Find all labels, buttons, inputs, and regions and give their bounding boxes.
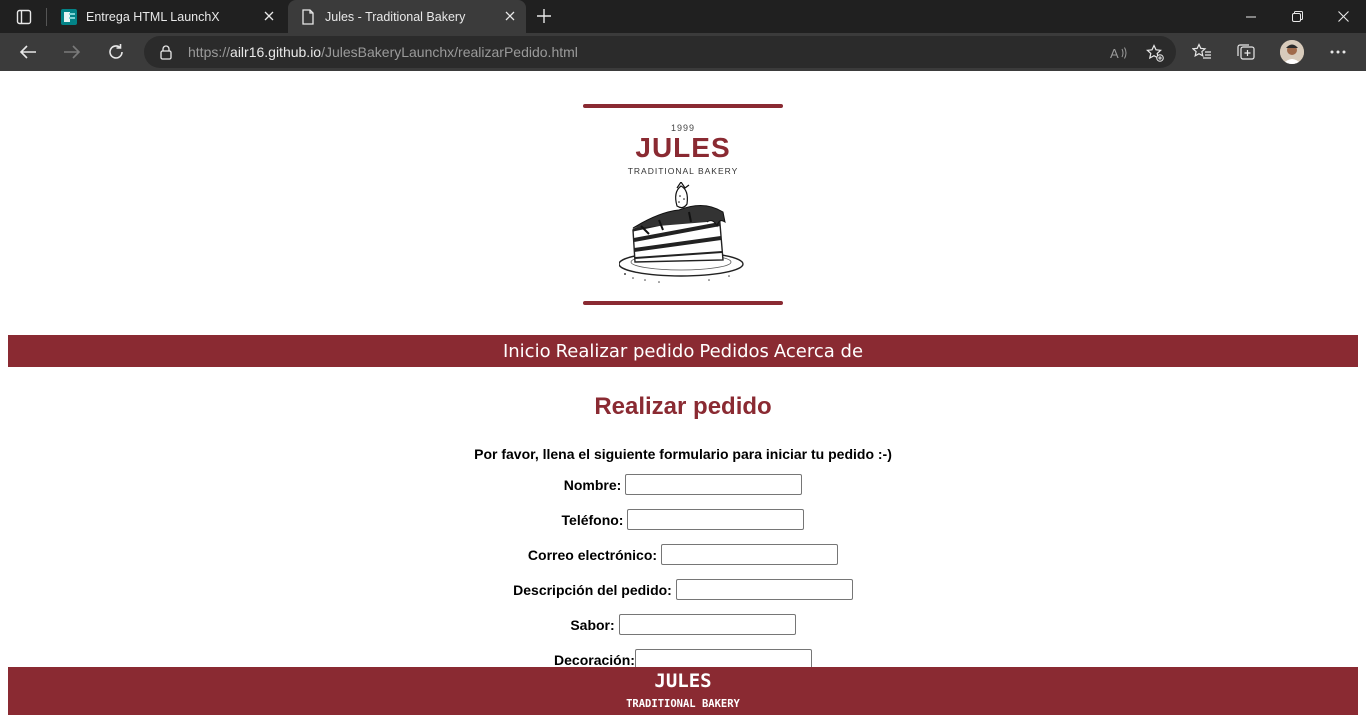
page-icon <box>300 8 316 25</box>
form-row-correo: Correo electrónico: <box>0 544 1366 565</box>
descripcion-label: Descripción del pedido: <box>513 581 672 598</box>
correo-input[interactable] <box>661 544 839 565</box>
favorites-icon[interactable] <box>1191 41 1213 63</box>
more-options-icon[interactable] <box>1327 41 1349 63</box>
page-footer: JULES TRADITIONAL BAKERY <box>8 667 1358 715</box>
sabor-label: Sabor: <box>570 616 615 633</box>
page-title: Realizar pedido <box>594 393 772 420</box>
logo-bottom-rule <box>583 301 783 305</box>
back-button[interactable] <box>14 38 42 66</box>
logo-tagline: TRADITIONAL BAKERY <box>627 166 739 176</box>
telefono-label: Teléfono: <box>561 511 624 528</box>
add-favorite-icon[interactable] <box>1146 44 1164 62</box>
logo-name: JULES <box>635 132 731 163</box>
browser-toolbar: https://ailr16.github.io/JulesBakeryLaun… <box>0 33 1366 71</box>
restore-icon <box>1291 11 1303 22</box>
close-tab-icon[interactable] <box>261 8 277 24</box>
forward-button[interactable] <box>58 38 86 66</box>
sabor-input[interactable] <box>618 614 796 635</box>
telefono-input[interactable] <box>627 509 805 530</box>
close-icon <box>1337 11 1349 22</box>
nav-realizar-pedido[interactable]: Realizar pedido <box>556 341 695 362</box>
main-nav: Inicio Realizar pedido Pedidos Acerca de <box>8 335 1358 367</box>
tab-title: Entrega HTML LaunchX <box>86 9 220 24</box>
form-row-sabor: Sabor: <box>0 614 1366 635</box>
tab-entrega-html[interactable]: Entrega HTML LaunchX <box>49 0 285 33</box>
lock-icon <box>160 45 172 60</box>
tab-jules-bakery[interactable]: Jules - Traditional Bakery <box>288 0 526 33</box>
nav-acerca-de[interactable]: Acerca de <box>774 341 863 362</box>
logo-top-rule <box>583 104 783 108</box>
back-arrow-icon <box>19 45 36 59</box>
footer-tagline: TRADITIONAL BAKERY <box>626 698 740 710</box>
form-row-descripcion: Descripción del pedido: <box>0 579 1366 600</box>
nav-pedidos[interactable]: Pedidos <box>699 341 769 362</box>
profile-avatar[interactable] <box>1280 40 1304 64</box>
correo-label: Correo electrónico: <box>527 546 658 563</box>
descripcion-input[interactable] <box>675 579 853 600</box>
page-content: 1999 JULES TRADITIONAL BAKERY Inicio Rea… <box>0 71 1366 728</box>
plus-icon <box>537 9 551 23</box>
nombre-input[interactable] <box>625 474 803 495</box>
bakery-logo: 1999 JULES TRADITIONAL BAKERY <box>583 104 783 307</box>
nombre-label: Nombre: <box>563 476 622 493</box>
form-row-telefono: Teléfono: <box>0 509 1366 530</box>
tab-separator <box>46 8 47 26</box>
minimize-button[interactable] <box>1228 0 1274 33</box>
forms-icon <box>61 8 77 25</box>
tab-title: Jules - Traditional Bakery <box>325 9 466 24</box>
new-tab-button[interactable] <box>533 5 555 27</box>
read-aloud-icon[interactable]: A <box>1110 44 1128 62</box>
tab-actions-icon <box>16 9 32 25</box>
address-bar[interactable]: https://ailr16.github.io/JulesBakeryLaun… <box>144 36 1176 68</box>
url-text: https://ailr16.github.io/JulesBakeryLaun… <box>188 44 578 60</box>
refresh-button[interactable] <box>102 38 130 66</box>
restore-button[interactable] <box>1274 0 1320 33</box>
tab-strip: Entrega HTML LaunchX Jules - Traditional… <box>0 0 1366 33</box>
collections-icon[interactable] <box>1235 41 1257 63</box>
footer-name: JULES <box>654 670 712 692</box>
close-tab-icon[interactable] <box>502 8 518 24</box>
minimize-icon <box>1246 16 1256 17</box>
tab-actions-button[interactable] <box>10 6 38 28</box>
cake-slice-icon <box>619 182 744 283</box>
decoracion-label: Decoración: <box>554 651 635 668</box>
close-window-button[interactable] <box>1320 0 1366 33</box>
form-row-nombre: Nombre: <box>0 474 1366 495</box>
nav-inicio[interactable]: Inicio <box>503 341 551 362</box>
refresh-icon <box>109 44 123 59</box>
svg-text:A: A <box>1110 46 1119 61</box>
form-intro: Por favor, llena el siguiente formulario… <box>474 446 892 462</box>
forward-arrow-icon <box>64 45 81 59</box>
